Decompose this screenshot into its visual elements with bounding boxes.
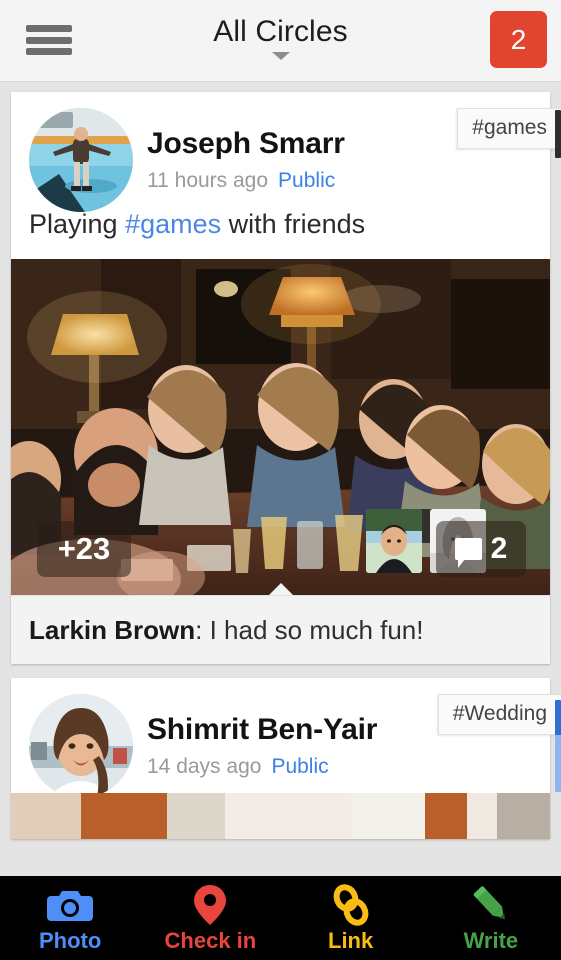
camera-icon <box>47 884 94 926</box>
nav-item-link[interactable]: Link <box>281 876 421 960</box>
post-comment[interactable]: Larkin Brown: I had so much fun! <box>11 595 550 664</box>
comment-bubble-icon <box>454 538 482 568</box>
post-visibility[interactable]: Public <box>278 169 335 192</box>
chain-link-icon <box>330 883 372 926</box>
comment-pointer <box>267 583 294 595</box>
location-pin-icon <box>191 884 229 926</box>
comment-count: 2 <box>490 532 508 565</box>
circle-selector[interactable]: All Circles <box>0 14 561 60</box>
post-tag-chip[interactable]: #games <box>457 108 561 149</box>
pencil-icon <box>469 884 513 926</box>
nav-label-write: Write <box>463 927 519 953</box>
chevron-down-icon <box>271 52 290 60</box>
nav-label-photo: Photo <box>38 927 102 953</box>
post-meta: 14 days ago Public <box>147 754 550 780</box>
nav-label-check-in: Check in <box>164 927 257 953</box>
page-title: All Circles <box>213 15 348 48</box>
notifications-count: 2 <box>510 23 527 55</box>
post-header: Shimrit Ben-Yair 14 days ago Public #Wedd… <box>11 678 561 798</box>
post-tag-chip[interactable]: #Wedding <box>437 694 561 735</box>
nav-label-link: Link <box>328 927 374 953</box>
tag-scroll-indicator[interactable] <box>555 110 561 158</box>
notifications-badge[interactable]: 2 <box>490 11 547 68</box>
post-feed[interactable]: Joseph Smarr 11 hours ago Public #games P… <box>0 82 561 876</box>
comment-text: : I had so much fun! <box>195 615 424 645</box>
comment-count-badge[interactable]: 2 <box>436 521 526 577</box>
post-card[interactable]: Joseph Smarr 11 hours ago Public #games P… <box>11 92 561 664</box>
post-photo[interactable]: +23 2 <box>11 259 550 595</box>
post-timestamp: 14 days ago <box>147 755 262 778</box>
avatar[interactable] <box>29 694 133 798</box>
post-card[interactable]: Shimrit Ben-Yair 14 days ago Public #Wedd… <box>11 678 561 839</box>
post-timestamp: 11 hours ago <box>147 169 269 192</box>
more-photos-badge[interactable]: +23 <box>37 521 131 577</box>
post-visibility[interactable]: Public <box>271 755 328 778</box>
post-meta: 11 hours ago Public <box>147 168 550 194</box>
avatar[interactable] <box>29 108 133 212</box>
more-photos-count: +23 <box>57 531 111 566</box>
post-text-before: Playing <box>29 209 126 239</box>
nav-item-write[interactable]: Write <box>421 876 561 960</box>
nav-item-check-in[interactable]: Check in <box>140 876 280 960</box>
app-screen: All Circles 2 Joseph Smarr 11 hours ago … <box>0 0 561 960</box>
nav-item-photo[interactable]: Photo <box>0 876 140 960</box>
post-body-text: Playing #games with friends <box>11 207 550 259</box>
tagged-face-1[interactable] <box>366 509 422 573</box>
post-text-after: with friends <box>221 209 366 239</box>
post-photo[interactable] <box>11 793 550 839</box>
post-hashtag-link[interactable]: #games <box>125 209 221 239</box>
post-header: Joseph Smarr 11 hours ago Public #games <box>11 92 561 212</box>
comment-author[interactable]: Larkin Brown <box>29 615 195 645</box>
tag-scroll-indicator[interactable] <box>555 700 561 792</box>
bottom-action-bar: Photo Check in Link Write <box>0 876 561 960</box>
top-app-bar: All Circles 2 <box>0 0 561 82</box>
